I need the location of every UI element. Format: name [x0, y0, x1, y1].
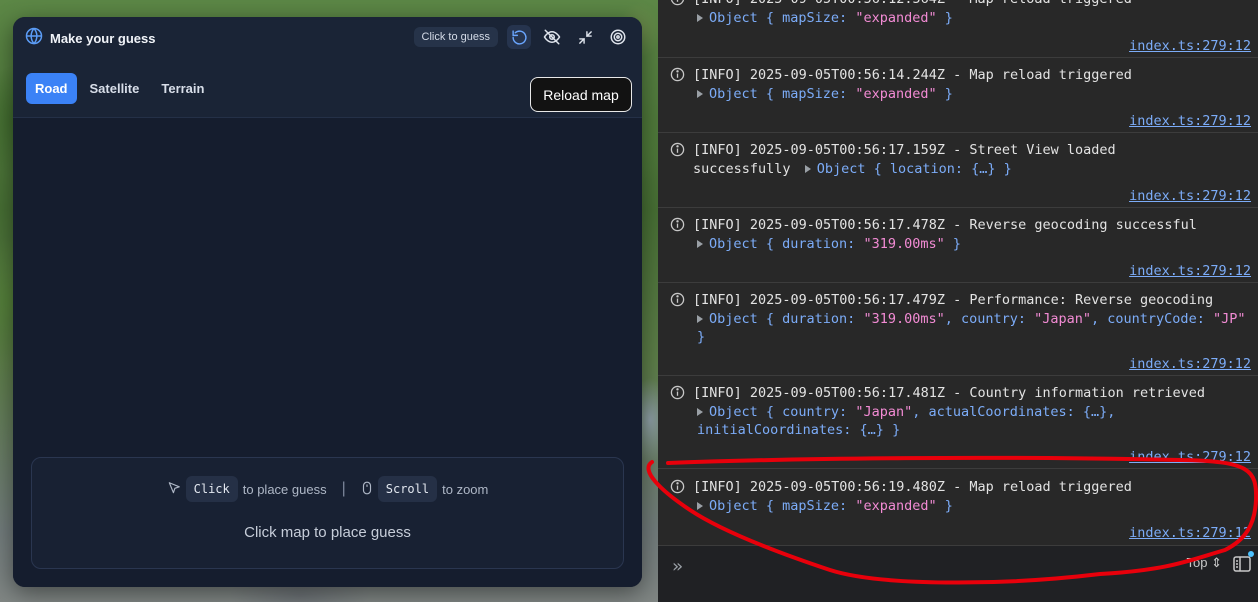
globe-icon	[25, 27, 43, 50]
guess-panel: Make your guess Click to guess Road Sate…	[13, 17, 642, 587]
info-icon	[670, 67, 685, 86]
log-entry: [INFO] 2025-09-05T00:56:17.481Z - Countr…	[658, 376, 1258, 469]
context-label: Top	[1186, 555, 1208, 570]
log-entry: [INFO] 2025-09-05T00:56:17.159Z - Street…	[658, 133, 1258, 208]
mouse-icon	[361, 481, 373, 498]
source-link[interactable]: index.ts:279:12	[1129, 113, 1251, 129]
reload-icon	[511, 29, 527, 45]
log-message: [INFO] 2025-09-05T00:56:19.480Z - Map re…	[693, 479, 1132, 495]
eye-off-icon	[543, 29, 561, 45]
panel-tools: Click to guess	[413, 25, 630, 49]
log-object[interactable]: Object { location: {…} }	[817, 161, 1012, 177]
tab-terrain[interactable]: Terrain	[152, 73, 213, 104]
info-icon	[670, 142, 685, 161]
panel-title-row: Make your guess	[25, 27, 156, 50]
minimize-icon	[578, 30, 592, 44]
source-link[interactable]: index.ts:279:12	[1129, 188, 1251, 204]
map-type-tabs: Road Satellite Terrain	[26, 73, 213, 104]
source-link[interactable]: index.ts:279:12	[1129, 525, 1251, 541]
source-link[interactable]: index.ts:279:12	[1129, 356, 1251, 372]
scroll-key: Scroll	[377, 476, 438, 502]
click-key: Click	[185, 476, 238, 502]
context-selector[interactable]: Top ⇕	[1187, 555, 1223, 571]
source-link[interactable]: index.ts:279:12	[1129, 263, 1251, 279]
log-object[interactable]: Object { mapSize: "expanded" }	[709, 10, 953, 26]
expand-caret-icon[interactable]	[804, 164, 811, 173]
log-object[interactable]: Object { country: "Japan", actualCoordin…	[697, 404, 1115, 439]
info-icon	[670, 479, 685, 498]
info-icon	[670, 0, 685, 10]
tab-satellite[interactable]: Satellite	[81, 73, 149, 104]
log-entry: [INFO] 2025-09-05T00:56:19.480Z - Map re…	[658, 470, 1258, 546]
tab-road[interactable]: Road	[26, 73, 77, 104]
log-message-continued: successfully	[693, 160, 791, 177]
expand-caret-icon[interactable]	[697, 314, 703, 323]
expand-caret-icon[interactable]	[697, 501, 703, 510]
console-input[interactable]: » Top ⇕	[658, 546, 1258, 602]
reload-map-tooltip: Reload map	[530, 77, 632, 112]
source-link[interactable]: index.ts:279:12	[1129, 449, 1251, 465]
sidebar-icon	[1233, 556, 1251, 572]
devtools-console: [INFO] 2025-09-05T00:56:12.564Z - Map re…	[658, 0, 1258, 602]
hide-map-button[interactable]	[540, 25, 564, 49]
map-hint-card: Click to place guess | Scroll to zoom Cl…	[31, 457, 624, 569]
log-object[interactable]: Object { mapSize: "expanded" }	[709, 498, 953, 514]
expand-caret-icon[interactable]	[697, 407, 703, 416]
log-message: [INFO] 2025-09-05T00:56:17.481Z - Countr…	[693, 385, 1206, 401]
log-entry: [INFO] 2025-09-05T00:56:14.244Z - Map re…	[658, 58, 1258, 133]
log-entry: [INFO] 2025-09-05T00:56:17.479Z - Perfor…	[658, 283, 1258, 376]
scroll-hint-text: to zoom	[442, 481, 489, 497]
log-message: [INFO] 2025-09-05T00:56:14.244Z - Map re…	[693, 67, 1132, 83]
sidebar-toggle-button[interactable]	[1232, 551, 1254, 578]
log-message: [INFO] 2025-09-05T00:56:12.564Z - Map re…	[693, 0, 1253, 9]
console-prompt-icon: »	[672, 556, 683, 577]
hint-divider: |	[341, 480, 346, 497]
source-link[interactable]: index.ts:279:12	[1129, 38, 1251, 54]
hint-main-text: Click map to place guess	[244, 524, 411, 541]
log-entry: [INFO] 2025-09-05T00:56:12.564Z - Map re…	[658, 0, 1258, 58]
click-hint-text: to place guess	[242, 481, 327, 497]
expand-caret-icon[interactable]	[697, 13, 703, 22]
expand-caret-icon[interactable]	[697, 239, 703, 248]
reload-map-button[interactable]	[507, 25, 531, 49]
log-message: [INFO] 2025-09-05T00:56:17.478Z - Revers…	[693, 217, 1197, 233]
log-message: [INFO] 2025-09-05T00:56:17.159Z - Street…	[693, 142, 1116, 158]
panel-title: Make your guess	[50, 31, 156, 46]
minimize-map-button[interactable]	[573, 25, 597, 49]
log-entry: [INFO] 2025-09-05T00:56:17.478Z - Revers…	[658, 208, 1258, 283]
log-object[interactable]: Object { duration: "319.00ms" }	[709, 236, 961, 252]
expand-caret-icon[interactable]	[697, 89, 703, 98]
hint-row: Click to place guess | Scroll to zoom	[32, 476, 623, 502]
info-icon	[670, 217, 685, 236]
target-icon	[610, 29, 626, 45]
guess-panel-header: Make your guess Click to guess Road Sate…	[13, 17, 642, 118]
info-icon	[670, 385, 685, 404]
log-object[interactable]: Object { mapSize: "expanded" }	[709, 86, 953, 102]
info-icon	[670, 292, 685, 311]
log-object[interactable]: Object { duration: "319.00ms", country: …	[697, 311, 1245, 346]
target-button[interactable]	[606, 25, 630, 49]
notification-dot-icon	[1248, 551, 1254, 557]
updown-icon: ⇕	[1211, 555, 1222, 570]
cursor-icon	[167, 481, 181, 498]
click-to-guess-badge: Click to guess	[413, 27, 498, 47]
log-message: [INFO] 2025-09-05T00:56:17.479Z - Perfor…	[693, 292, 1214, 308]
